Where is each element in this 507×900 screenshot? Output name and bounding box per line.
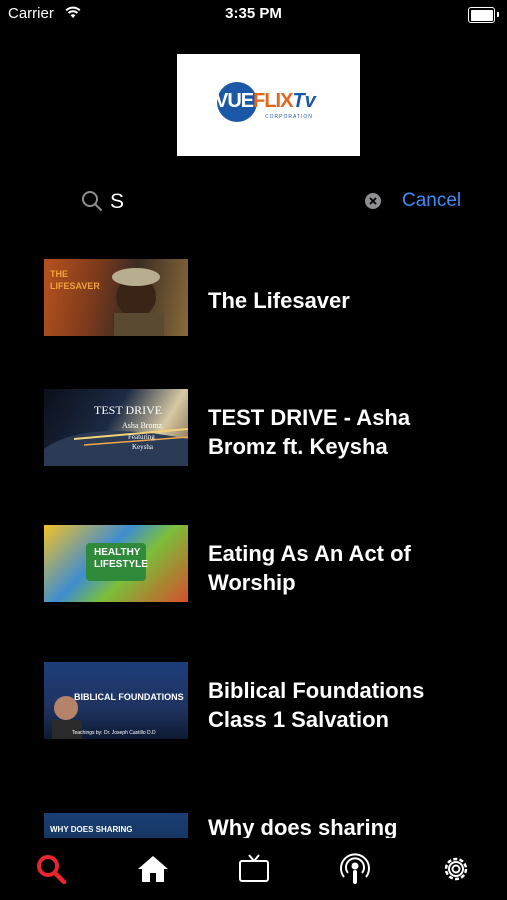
result-title-line: TEST DRIVE - Asha — [208, 405, 411, 430]
search-bar: S Cancel — [0, 180, 507, 224]
thumb-caption: Asha Bromz — [122, 421, 163, 430]
result-title: Biblical Foundations Class 1 Salvation — [208, 676, 468, 734]
status-bar: Carrier 3:35 PM — [0, 0, 507, 30]
logo-vue-text: VUE — [215, 90, 254, 112]
clear-search-icon[interactable] — [364, 192, 382, 210]
result-title: Eating As An Act of Worship — [208, 539, 468, 597]
vueflix-logo: VUEFLIXTv CORPORATION — [177, 54, 360, 156]
tv-icon[interactable] — [237, 852, 271, 886]
result-item-why-sharing[interactable]: WHY DOES SHARING Why does sharing — [0, 813, 507, 839]
search-input[interactable]: S — [110, 190, 124, 214]
battery-icon — [468, 7, 499, 23]
thumb-caption: TEST DRIVE — [94, 403, 163, 417]
result-item-test-drive[interactable]: TEST DRIVE Asha Bromz Featuring Keysha T… — [0, 389, 507, 479]
thumb-caption: HEALTHY — [94, 547, 141, 558]
cancel-button[interactable]: Cancel — [402, 190, 461, 212]
thumb-caption: BIBLICAL FOUNDATIONS — [74, 692, 184, 702]
result-thumbnail: HEALTHY LIFESTYLE — [44, 525, 188, 602]
logo-flix-text: FLIX — [253, 90, 293, 112]
settings-icon[interactable] — [439, 852, 473, 886]
result-title-line: The Lifesaver — [208, 288, 350, 313]
clock: 3:35 PM — [225, 5, 282, 22]
result-thumbnail: THE LIFESAVER — [44, 259, 188, 336]
logo-corporation-text: CORPORATION — [265, 114, 313, 120]
result-title-line: Class 1 Salvation — [208, 707, 389, 732]
thumb-caption: LIFESAVER — [50, 281, 100, 291]
result-title: The Lifesaver — [208, 286, 468, 315]
thumb-caption: LIFESTYLE — [94, 559, 148, 570]
result-title-line: Why does sharing — [208, 815, 398, 839]
thumb-caption: Teachings by: Dr. Joseph Castillo D.D — [72, 730, 156, 736]
thumb-caption: WHY DOES SHARING — [50, 825, 133, 834]
result-thumbnail: BIBLICAL FOUNDATIONS Teachings by: Dr. J… — [44, 662, 188, 739]
home-icon[interactable] — [136, 852, 170, 886]
result-item-eating-worship[interactable]: HEALTHY LIFESTYLE Eating As An Act of Wo… — [0, 525, 507, 615]
tab-bar — [0, 838, 507, 900]
result-title-line: Bromz ft. Keysha — [208, 434, 388, 459]
thumb-caption: THE — [50, 269, 68, 279]
result-item-lifesaver[interactable]: THE LIFESAVER The Lifesaver — [0, 259, 507, 349]
result-title: TEST DRIVE - Asha Bromz ft. Keysha — [208, 403, 468, 461]
result-thumbnail: WHY DOES SHARING — [44, 813, 188, 839]
thumb-caption: Featuring — [128, 433, 155, 441]
result-item-biblical-foundations[interactable]: BIBLICAL FOUNDATIONS Teachings by: Dr. J… — [0, 662, 507, 752]
result-title-line: Worship — [208, 570, 296, 595]
podcast-icon[interactable] — [338, 852, 372, 886]
thumb-caption: Keysha — [132, 443, 153, 451]
logo-tv-text: Tv — [292, 90, 316, 112]
result-title-line: Eating As An Act of — [208, 541, 411, 566]
search-icon — [82, 191, 102, 211]
result-title: Why does sharing — [208, 813, 468, 839]
result-title-line: Biblical Foundations — [208, 678, 425, 703]
result-thumbnail: TEST DRIVE Asha Bromz Featuring Keysha — [44, 389, 188, 466]
search-icon[interactable] — [34, 852, 68, 886]
search-results-list: THE LIFESAVER The Lifesaver TEST DRIVE A… — [0, 259, 507, 839]
